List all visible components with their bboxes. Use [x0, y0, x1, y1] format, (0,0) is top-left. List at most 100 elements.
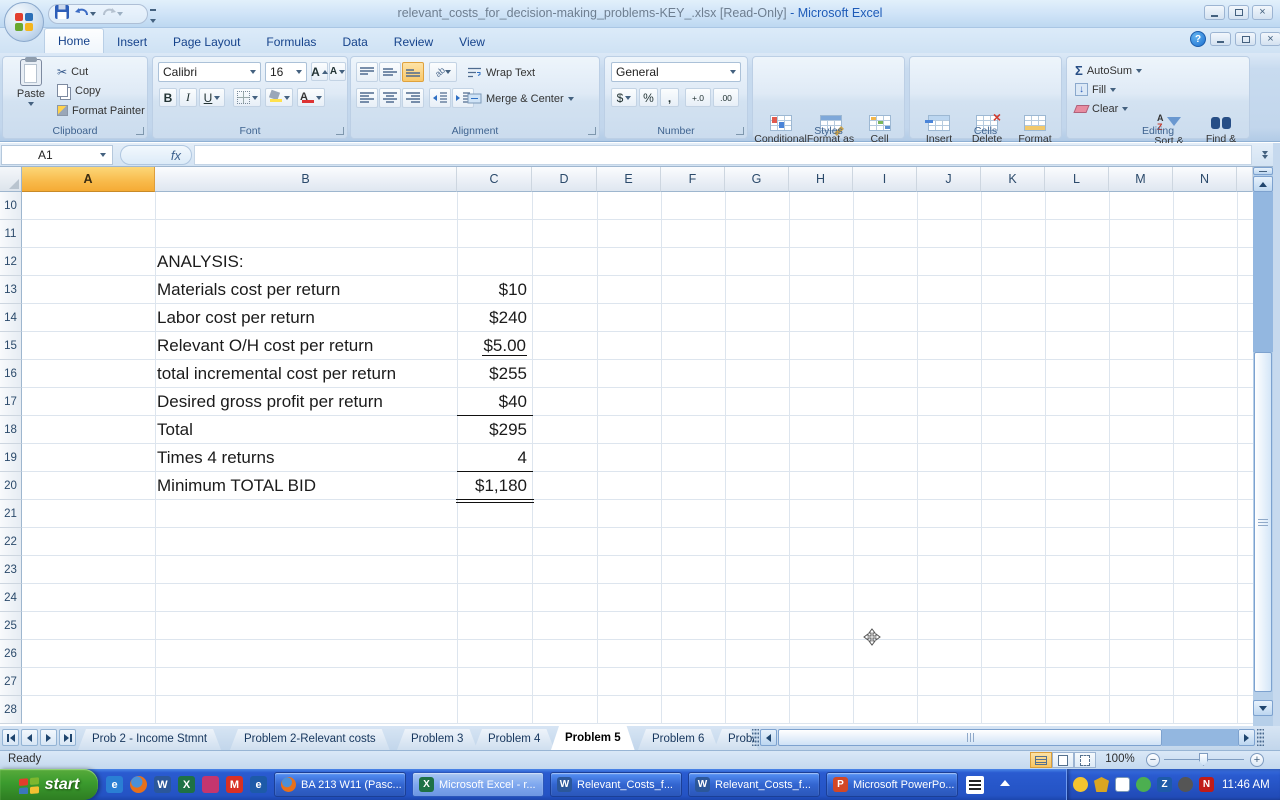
cut-button[interactable]: ✂Cut: [57, 63, 88, 80]
task-powerpoint[interactable]: PMicrosoft PowerPo...: [826, 772, 958, 797]
tab-insert[interactable]: Insert: [104, 31, 160, 53]
quick-launch-mail-icon[interactable]: M: [226, 776, 243, 793]
sheet-tab-problem5[interactable]: Problem 5: [551, 726, 635, 750]
close-button[interactable]: ×: [1252, 5, 1273, 20]
row-header-21[interactable]: 21: [0, 500, 22, 528]
cell-B16[interactable]: total incremental cost per return: [157, 360, 396, 388]
workbook-minimize-button[interactable]: [1210, 32, 1231, 46]
column-header-M[interactable]: M: [1109, 167, 1173, 192]
font-dialog-launcher[interactable]: [336, 127, 344, 135]
quick-launch-excel-icon[interactable]: X: [178, 776, 195, 793]
cell-B12[interactable]: ANALYSIS:: [157, 248, 244, 276]
row-header-22[interactable]: 22: [0, 528, 22, 556]
tab-view[interactable]: View: [446, 31, 498, 53]
font-color-button[interactable]: A: [297, 88, 325, 107]
zoom-in-button[interactable]: +: [1250, 753, 1264, 767]
cell-B19[interactable]: Times 4 returns: [157, 444, 274, 472]
restore-button[interactable]: [1228, 5, 1249, 20]
horizontal-scroll-track[interactable]: [1162, 729, 1238, 746]
copy-button[interactable]: Copy: [57, 82, 101, 99]
tab-split-handle[interactable]: [752, 729, 759, 746]
row-header-20[interactable]: 20: [0, 472, 22, 500]
row-header-18[interactable]: 18: [0, 416, 22, 444]
wrap-text-button[interactable]: Wrap Text: [467, 64, 535, 81]
sheet-tab-problem4[interactable]: Problem 4: [474, 729, 554, 750]
cell-C15[interactable]: $5.00: [432, 332, 527, 360]
vertical-split-handle[interactable]: [1253, 167, 1273, 175]
tab-page-layout[interactable]: Page Layout: [160, 31, 253, 53]
cell-B18[interactable]: Total: [157, 416, 193, 444]
task-word-1[interactable]: WRelevant_Costs_f...: [550, 772, 682, 797]
merge-center-button[interactable]: Merge & Center: [467, 90, 574, 107]
scroll-down-button[interactable]: [1253, 700, 1273, 716]
tab-home[interactable]: Home: [44, 28, 104, 53]
next-sheet-button[interactable]: [40, 729, 57, 746]
column-header-L[interactable]: L: [1045, 167, 1109, 192]
zoom-out-button[interactable]: −: [1146, 753, 1160, 767]
row-header-15[interactable]: 15: [0, 332, 22, 360]
first-sheet-button[interactable]: [2, 729, 19, 746]
quick-launch-ie-icon[interactable]: e: [106, 776, 123, 793]
format-painter-button[interactable]: Format Painter: [57, 102, 145, 119]
paste-button[interactable]: Paste: [9, 59, 53, 121]
hscroll-right-button[interactable]: [1238, 729, 1255, 746]
column-header-F[interactable]: F: [661, 167, 725, 192]
previous-sheet-button[interactable]: [21, 729, 38, 746]
tray-volume-icon[interactable]: [1178, 777, 1193, 792]
orientation-button[interactable]: ab: [429, 62, 457, 82]
bottom-align-button[interactable]: [402, 62, 424, 82]
italic-button[interactable]: I: [179, 88, 197, 107]
select-all-corner[interactable]: [0, 167, 22, 192]
row-header-24[interactable]: 24: [0, 584, 22, 612]
start-button[interactable]: start: [0, 769, 98, 800]
autosum-button[interactable]: ΣAutoSum: [1075, 62, 1142, 79]
number-format-combo[interactable]: General: [611, 62, 741, 82]
clear-button[interactable]: Clear: [1075, 100, 1128, 117]
row-header-28[interactable]: 28: [0, 696, 22, 724]
shrink-font-button[interactable]: A: [329, 62, 346, 81]
column-header-partial[interactable]: [1237, 167, 1253, 192]
sheet-tab-prob2-income[interactable]: Prob 2 - Income Stmnt: [78, 729, 221, 750]
cell-C14[interactable]: $240: [432, 304, 527, 332]
underline-button[interactable]: U: [199, 88, 225, 107]
cell-C17[interactable]: $40: [432, 388, 527, 416]
office-button[interactable]: [4, 2, 44, 42]
tab-formulas[interactable]: Formulas: [253, 31, 329, 53]
insert-function-button[interactable]: fx: [120, 145, 192, 165]
row-header-13[interactable]: 13: [0, 276, 22, 304]
page-layout-view-button[interactable]: [1052, 752, 1074, 768]
tray-green-icon[interactable]: [1136, 777, 1151, 792]
vertical-scroll-track[interactable]: [1253, 192, 1273, 352]
workbook-close-button[interactable]: ×: [1260, 32, 1280, 46]
minimize-button[interactable]: [1204, 5, 1225, 20]
row-header-25[interactable]: 25: [0, 612, 22, 640]
quick-launch-ie2-icon[interactable]: e: [250, 776, 267, 793]
scroll-up-button[interactable]: [1253, 176, 1273, 192]
column-header-K[interactable]: K: [981, 167, 1045, 192]
quick-launch-word-icon[interactable]: W: [154, 776, 171, 793]
font-size-combo[interactable]: 16: [265, 62, 307, 82]
alignment-dialog-launcher[interactable]: [588, 127, 596, 135]
align-right-button[interactable]: [402, 88, 424, 108]
column-header-E[interactable]: E: [597, 167, 661, 192]
comma-style-button[interactable]: ,: [660, 88, 679, 107]
row-header-17[interactable]: 17: [0, 388, 22, 416]
row-header-11[interactable]: 11: [0, 220, 22, 248]
column-header-D[interactable]: D: [532, 167, 597, 192]
cell-C13[interactable]: $10: [432, 276, 527, 304]
tray-app-icon[interactable]: [1115, 777, 1130, 792]
number-dialog-launcher[interactable]: [736, 127, 744, 135]
language-bar-icon[interactable]: [966, 776, 984, 794]
percent-style-button[interactable]: %: [639, 88, 658, 107]
expand-formula-bar-button[interactable]: [1256, 146, 1274, 164]
bold-button[interactable]: B: [159, 88, 177, 107]
column-header-I[interactable]: I: [853, 167, 917, 192]
top-align-button[interactable]: [356, 62, 378, 82]
column-header-H[interactable]: H: [789, 167, 853, 192]
show-hidden-icons-button[interactable]: [1000, 780, 1010, 786]
tray-shield-icon[interactable]: [1094, 777, 1109, 792]
normal-view-button[interactable]: [1030, 752, 1052, 768]
row-header-27[interactable]: 27: [0, 668, 22, 696]
font-name-combo[interactable]: Calibri: [158, 62, 261, 82]
sheet-tab-problem6[interactable]: Problem 6: [638, 729, 718, 750]
